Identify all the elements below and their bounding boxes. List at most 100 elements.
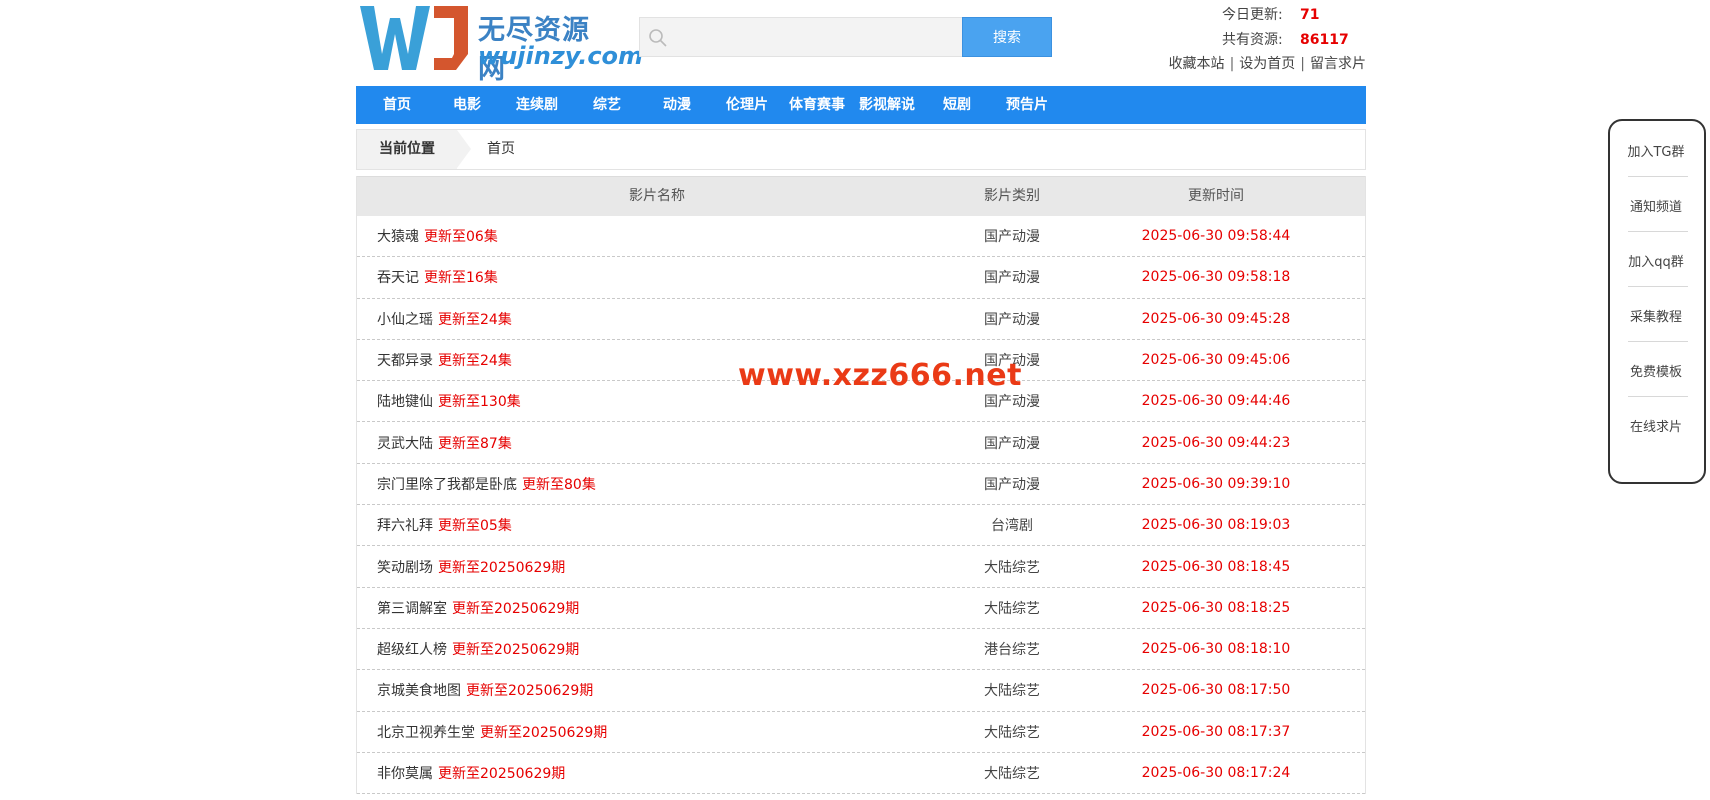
nav-anime[interactable]: 动漫 (642, 86, 712, 124)
today-label: 今日更新: (1222, 7, 1283, 23)
video-title-link[interactable]: 北京卫视养生堂 (377, 725, 475, 741)
video-category: 大陆综艺 (984, 600, 1040, 617)
update-status: 更新至20250629期 (466, 683, 594, 700)
search-button[interactable]: 搜索 (962, 17, 1052, 57)
table-row[interactable]: 非你莫属 更新至20250629期 大陆综艺 2025-06-30 08:17:24 (357, 753, 1365, 795)
update-status: 更新至24集 (438, 353, 512, 370)
table-row[interactable]: 笑动剧场 更新至20250629期 大陆综艺 2025-06-30 08:18:45 (357, 546, 1365, 588)
table-row[interactable]: 拜六礼拜 更新至05集 台湾剧 2025-06-30 08:19:03 (357, 505, 1365, 547)
video-category: 台湾剧 (991, 518, 1033, 535)
row-name-cell: 笑动剧场 更新至20250629期 (357, 557, 957, 577)
update-time: 2025-06-30 09:44:23 (1141, 434, 1291, 451)
nav-series[interactable]: 连续剧 (502, 86, 572, 124)
side-divider (1628, 341, 1688, 342)
update-status: 更新至16集 (424, 270, 498, 287)
update-time: 2025-06-30 09:58:18 (1141, 269, 1291, 286)
today-value: 71 (1300, 7, 1320, 23)
side-divider (1628, 231, 1688, 232)
video-title-link[interactable]: 京城美食地图 (377, 683, 461, 699)
table-row[interactable]: 第三调解室 更新至20250629期 大陆综艺 2025-06-30 08:18:25 (357, 588, 1365, 629)
side-panel: 加入TG群 通知频道 加入qq群 采集教程 免费模板 在线求片 (1608, 119, 1706, 484)
search-icon (649, 29, 667, 47)
table-row[interactable]: 超级红人榜 更新至20250629期 港台综艺 2025-06-30 08:18:10 (357, 629, 1365, 671)
side-item-join-tg[interactable]: 加入TG群 (1626, 141, 1686, 160)
search-box (639, 17, 962, 57)
row-name-cell: 京城美食地图 更新至20250629期 (357, 680, 957, 700)
video-category: 国产动漫 (984, 270, 1040, 287)
nav-home[interactable]: 首页 (362, 86, 432, 124)
search-input[interactable] (674, 24, 954, 50)
update-time: 2025-06-30 08:17:37 (1141, 723, 1291, 740)
site-logo[interactable]: 无尽资源网 wujinzy.com (360, 4, 643, 85)
video-category: 大陆综艺 (984, 559, 1040, 576)
nav-trailers[interactable]: 预告片 (992, 86, 1062, 124)
row-name-cell: 北京卫视养生堂 更新至20250629期 (357, 722, 957, 742)
video-title-link[interactable]: 天都异录 (377, 353, 433, 369)
nav-commentary[interactable]: 影视解说 (852, 86, 922, 124)
video-title-link[interactable]: 非你莫属 (377, 766, 433, 782)
update-status: 更新至24集 (438, 311, 512, 328)
nav-short-drama[interactable]: 短剧 (922, 86, 992, 124)
table-row[interactable]: 宗门里除了我都是卧底 更新至80集 国产动漫 2025-06-30 09:39:10 (357, 464, 1365, 506)
video-title-link[interactable]: 拜六礼拜 (377, 518, 433, 534)
update-status: 更新至130集 (438, 394, 521, 411)
row-name-cell: 大猿魂 更新至06集 (357, 226, 957, 246)
video-title-link[interactable]: 陆地键仙 (377, 394, 433, 410)
table-row[interactable]: 灵武大陆 更新至87集 国产动漫 2025-06-30 09:44:23 (357, 422, 1365, 464)
side-item-join-qq[interactable]: 加入qq群 (1626, 251, 1686, 270)
row-name-cell: 宗门里除了我都是卧底 更新至80集 (357, 474, 957, 494)
update-status: 更新至05集 (438, 518, 512, 535)
video-title-link[interactable]: 超级红人榜 (377, 642, 447, 658)
side-item-free-template[interactable]: 免费模板 (1626, 361, 1686, 380)
video-category: 国产动漫 (984, 229, 1040, 246)
update-time: 2025-06-30 08:18:25 (1141, 599, 1291, 616)
row-name-cell: 超级红人榜 更新至20250629期 (357, 639, 957, 659)
video-title-link[interactable]: 笑动剧场 (377, 560, 433, 576)
breadcrumb-home-link[interactable]: 首页 (487, 130, 515, 169)
table-row[interactable]: 吞天记 更新至16集 国产动漫 2025-06-30 09:58:18 (357, 257, 1365, 299)
update-time: 2025-06-30 09:45:06 (1141, 352, 1291, 369)
nav-variety[interactable]: 综艺 (572, 86, 642, 124)
video-category: 大陆综艺 (984, 683, 1040, 700)
breadcrumb-arrow (457, 130, 471, 168)
nav-sports[interactable]: 体育赛事 (782, 86, 852, 124)
video-title-link[interactable]: 第三调解室 (377, 601, 447, 617)
row-name-cell: 陆地键仙 更新至130集 (357, 391, 957, 411)
side-item-tutorial[interactable]: 采集教程 (1626, 306, 1686, 325)
update-status: 更新至20250629期 (480, 724, 608, 741)
total-resources: 共有资源: 86117 (1166, 28, 1366, 53)
today-updates: 今日更新: 71 (1166, 3, 1366, 28)
side-divider (1628, 286, 1688, 287)
nav-ethics[interactable]: 伦理片 (712, 86, 782, 124)
video-title-link[interactable]: 吞天记 (377, 270, 419, 286)
set-homepage-link[interactable]: 设为首页 (1239, 56, 1295, 72)
side-item-notify-channel[interactable]: 通知频道 (1626, 196, 1686, 215)
video-title-link[interactable]: 小仙之瑶 (377, 312, 433, 328)
row-name-cell: 吞天记 更新至16集 (357, 267, 957, 287)
search-bar: 搜索 (639, 17, 1052, 57)
site-header: 无尽资源网 wujinzy.com 搜索 今日更新: 71 共有资源: 8611… (356, 0, 1366, 86)
site-stats: 今日更新: 71 共有资源: 86117 (1166, 3, 1366, 53)
table-row[interactable]: 北京卫视养生堂 更新至20250629期 大陆综艺 2025-06-30 08:17:… (357, 712, 1365, 753)
table-row[interactable]: 小仙之瑶 更新至24集 国产动漫 2025-06-30 09:45:28 (357, 299, 1365, 340)
request-movie-link[interactable]: 留言求片 (1310, 56, 1366, 72)
video-list: 影片名称 影片类别 更新时间 大猿魂 更新至06集 国产动漫 2025-06-30 0… (356, 176, 1366, 795)
video-title-link[interactable]: 灵武大陆 (377, 436, 433, 452)
video-category: 国产动漫 (984, 311, 1040, 328)
video-title-link[interactable]: 宗门里除了我都是卧底 (377, 477, 517, 493)
nav-movies[interactable]: 电影 (432, 86, 502, 124)
side-item-request-online[interactable]: 在线求片 (1626, 416, 1686, 435)
update-time: 2025-06-30 09:45:28 (1141, 310, 1291, 327)
side-divider (1628, 396, 1688, 397)
link-separator: | (1229, 56, 1235, 72)
update-status: 更新至20250629期 (438, 559, 566, 576)
table-row[interactable]: 大猿魂 更新至06集 国产动漫 2025-06-30 09:58:44 (357, 216, 1365, 258)
video-title-link[interactable]: 大猿魂 (377, 229, 419, 245)
bookmark-link[interactable]: 收藏本站 (1169, 56, 1225, 72)
video-category: 国产动漫 (984, 394, 1040, 411)
table-row[interactable]: 京城美食地图 更新至20250629期 大陆综艺 2025-06-30 08:17:5… (357, 670, 1365, 712)
logo-wj-icon (360, 6, 468, 70)
header-name: 影片名称 (629, 188, 685, 204)
update-status: 更新至20250629期 (452, 600, 580, 617)
update-status: 更新至20250629期 (452, 642, 580, 659)
